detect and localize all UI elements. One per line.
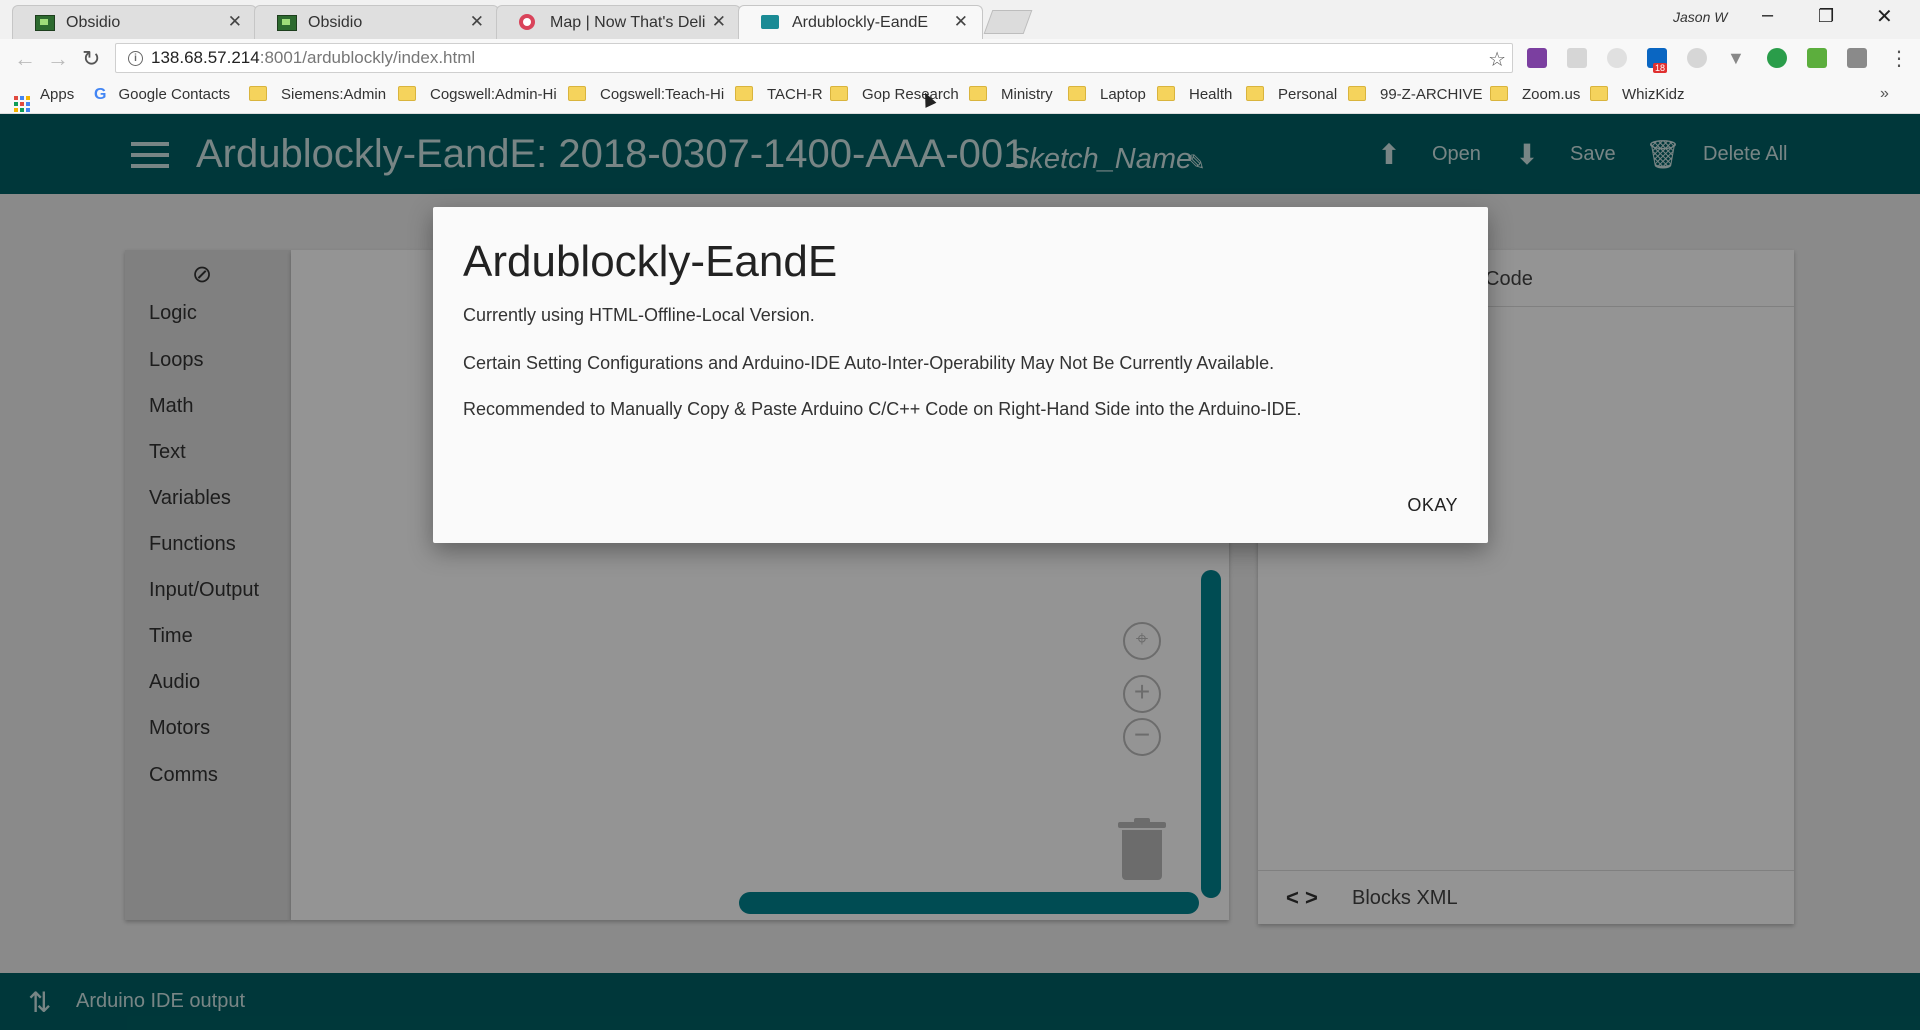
folder-icon — [398, 86, 416, 101]
obsidio-icon — [35, 15, 55, 31]
bookmark-label: Apps — [40, 86, 75, 103]
bookmark-label: Siemens:Admin — [281, 86, 387, 103]
bookmark-folder[interactable]: TACH-R — [735, 86, 823, 103]
bookmark-label: Cogswell:Admin-Hi — [430, 86, 557, 103]
obsidio-icon — [277, 15, 297, 31]
okay-button[interactable]: OKAY — [1407, 495, 1458, 516]
close-icon[interactable]: ✕ — [712, 12, 726, 32]
dialog-text: Recommended to Manually Copy & Paste Ard… — [463, 399, 1302, 419]
profile-name[interactable]: Jason W — [1673, 9, 1727, 25]
tab-ardublockly[interactable]: Ardublockly-EandE ✕ — [738, 5, 983, 39]
tab-obsidio-1[interactable]: Obsidio ✕ — [12, 5, 257, 39]
bookmark-folder[interactable]: 99-Z-ARCHIVE — [1348, 86, 1483, 103]
apps-icon — [14, 96, 30, 112]
window-close-icon[interactable]: ✕ — [1876, 4, 1893, 29]
bookmark-label: Health — [1189, 86, 1233, 103]
info-dialog: Ardublockly-EandE Currently using HTML-O… — [433, 207, 1488, 543]
bookmark-label: Personal — [1278, 86, 1338, 103]
bookmark-label: TACH-R — [767, 86, 823, 103]
bookmark-folder[interactable]: Cogswell:Admin-Hi — [398, 86, 557, 103]
bookmark-label: Google Contacts — [118, 86, 231, 103]
map-pin-icon — [519, 14, 535, 30]
close-icon[interactable]: ✕ — [954, 12, 968, 32]
back-icon[interactable]: ← — [14, 46, 36, 72]
more-bookmarks-icon[interactable]: » — [1880, 85, 1889, 103]
bookmark-folder[interactable]: Zoom.us — [1490, 86, 1580, 103]
bookmark-label: Zoom.us — [1522, 86, 1581, 103]
bookmark-folder[interactable]: Siemens:Admin — [249, 86, 386, 103]
forward-icon[interactable]: → — [47, 46, 69, 72]
tab-obsidio-2[interactable]: Obsidio ✕ — [254, 5, 499, 39]
extension-icon[interactable] — [1687, 48, 1707, 68]
bookmark-folder[interactable]: Laptop — [1068, 86, 1146, 103]
url-path: :8001/ardublockly/index.html — [259, 48, 476, 67]
extension-icon[interactable] — [1607, 48, 1627, 68]
new-tab-button[interactable] — [983, 10, 1033, 34]
url-text[interactable]: 138.68.57.214:8001/ardublockly/index.htm… — [151, 48, 475, 68]
bookmark-folder[interactable]: Personal — [1246, 86, 1337, 103]
dialog-text: Currently using HTML-Offline-Local Versi… — [463, 305, 815, 325]
tab-title: Obsidio — [308, 14, 363, 31]
close-icon[interactable]: ✕ — [470, 12, 484, 32]
folder-icon — [568, 86, 586, 101]
folder-icon — [1490, 86, 1508, 101]
reload-icon[interactable]: ↻ — [82, 46, 100, 72]
cors-extension-icon[interactable] — [1807, 48, 1827, 68]
folder-icon — [735, 86, 753, 101]
bookmark-label: WhizKidz — [1622, 86, 1685, 103]
bookmark-folder[interactable]: Ministry — [969, 86, 1053, 103]
bookmark-star-icon[interactable]: ☆ — [1488, 47, 1506, 72]
bookmark-folder[interactable]: Gop Research — [830, 86, 959, 103]
extension-icon[interactable] — [1567, 48, 1587, 68]
folder-icon — [1590, 86, 1608, 101]
bookmark-folder[interactable]: Cogswell:Teach-Hi — [568, 86, 724, 103]
minimize-icon[interactable]: – — [1762, 4, 1773, 27]
bookmark-folder[interactable]: WhizKidz — [1590, 86, 1685, 103]
google-icon: G — [94, 86, 107, 103]
blockly-icon — [761, 15, 779, 29]
bookmark-google-contacts[interactable]: G Google Contacts — [94, 86, 230, 104]
folder-icon — [1068, 86, 1086, 101]
tab-map[interactable]: Map | Now That's Delicio ✕ — [496, 5, 741, 39]
tab-title: Obsidio — [66, 14, 121, 31]
extension-icon[interactable] — [1847, 48, 1867, 68]
bookmark-folder[interactable]: Health — [1157, 86, 1232, 103]
bookmark-label: Ministry — [1001, 86, 1053, 103]
info-icon[interactable]: i — [128, 51, 143, 66]
bookmark-label: 99-Z-ARCHIVE — [1380, 86, 1483, 103]
tab-title: Ardublockly-EandE — [792, 14, 929, 31]
folder-icon — [969, 86, 987, 101]
url-host: 138.68.57.214 — [151, 48, 260, 67]
notification-badge: 18 — [1653, 63, 1668, 73]
search-extension-icon[interactable] — [1767, 48, 1787, 68]
folder-icon — [1246, 86, 1264, 101]
tab-title: Map | Now That's Delicio — [550, 14, 705, 31]
folder-icon — [249, 86, 267, 101]
folder-icon — [830, 86, 848, 101]
dialog-text: Certain Setting Configurations and Ardui… — [463, 353, 1275, 373]
close-icon[interactable]: ✕ — [228, 12, 242, 32]
bookmark-apps[interactable]: Apps — [14, 86, 74, 112]
onenote-extension-icon[interactable] — [1527, 48, 1547, 68]
bookmark-label: Gop Research — [862, 86, 959, 103]
browser-menu-icon[interactable]: ⋮ — [1889, 46, 1909, 71]
folder-icon — [1157, 86, 1175, 101]
bookmark-label: Cogswell:Teach-Hi — [600, 86, 725, 103]
vimeo-extension-icon[interactable]: ▼ — [1727, 48, 1747, 68]
browser-tab-strip: Obsidio ✕ Obsidio ✕ Map | Now That's Del… — [0, 0, 1920, 39]
address-bar[interactable]: i 138.68.57.214:8001/ardublockly/index.h… — [115, 43, 1513, 73]
restore-icon[interactable]: ❐ — [1818, 6, 1834, 27]
bookmarks-bar: Apps G Google Contacts Siemens:Admin Cogs… — [0, 79, 1920, 114]
folder-icon — [1348, 86, 1366, 101]
browser-toolbar: ← → ↻ i 138.68.57.214:8001/ardublockly/i… — [0, 39, 1920, 79]
bookmark-label: Laptop — [1100, 86, 1146, 103]
dialog-title: Ardublockly-EandE — [463, 237, 838, 286]
